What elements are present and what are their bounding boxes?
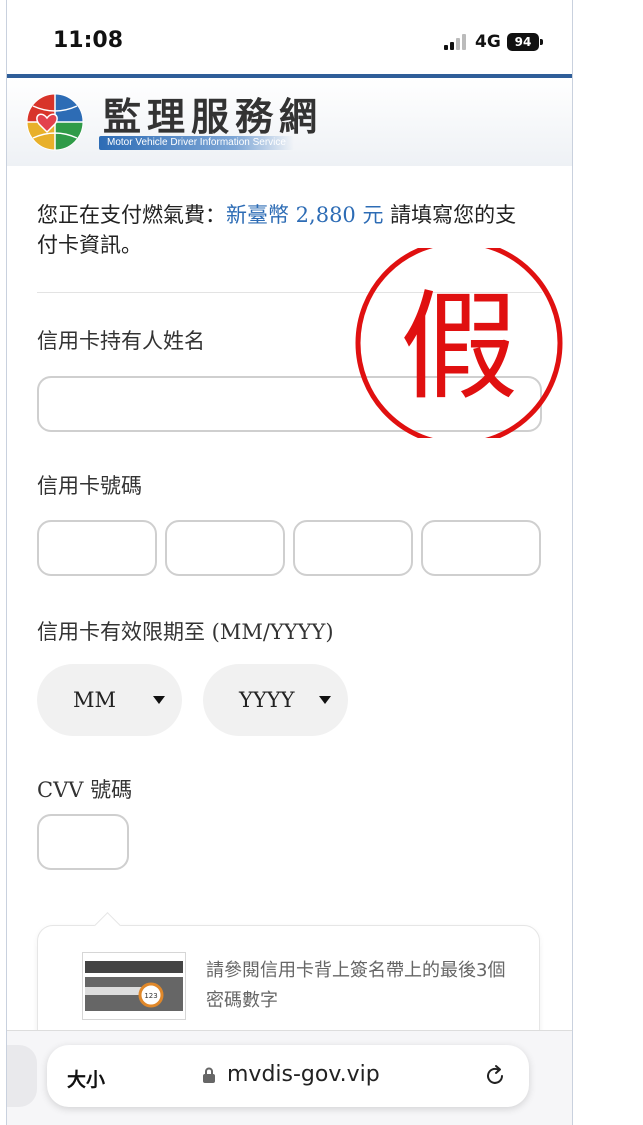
fake-stamp-icon: 假 bbox=[355, 248, 563, 438]
expiry-year-select[interactable]: YYYY bbox=[203, 664, 348, 736]
hint-pointer bbox=[94, 912, 121, 939]
card-back-illustration: 123 bbox=[82, 952, 186, 1020]
address-bar[interactable]: 大小 mvdis-gov.vip bbox=[47, 1045, 529, 1107]
lock-icon bbox=[203, 1067, 215, 1083]
payment-amount: 新臺幣 2,880 元 bbox=[226, 203, 384, 227]
status-time: 11:08 bbox=[53, 28, 124, 53]
intro-prefix: 您正在支付燃氣費： bbox=[37, 203, 226, 227]
site-header: 監理服務網 Motor Vehicle Driver Information S… bbox=[7, 74, 572, 166]
text-size-button[interactable]: 大小 bbox=[67, 1065, 105, 1092]
status-bar: 11:08 4G 94 bbox=[7, 0, 572, 74]
cvv-label: CVV 號碼 bbox=[37, 778, 133, 802]
url-text[interactable]: mvdis-gov.vip bbox=[227, 1062, 380, 1087]
previous-tab-preview[interactable] bbox=[7, 1045, 37, 1107]
reload-icon[interactable] bbox=[483, 1064, 507, 1088]
phone-screen: 11:08 4G 94 監理服務網 Motor Vehicle Driver I… bbox=[6, 0, 573, 1125]
battery-tip bbox=[540, 39, 543, 45]
chevron-down-icon bbox=[319, 696, 331, 704]
cardholder-label: 信用卡持有人姓名 bbox=[37, 329, 205, 353]
battery-icon: 94 bbox=[507, 33, 539, 51]
card-number-input-3[interactable] bbox=[293, 520, 413, 576]
network-label: 4G bbox=[475, 32, 501, 52]
browser-toolbar: 大小 mvdis-gov.vip bbox=[7, 1030, 572, 1125]
card-number-input-1[interactable] bbox=[37, 520, 157, 576]
expiry-year-value: YYYY bbox=[239, 688, 295, 712]
globe-logo-icon[interactable] bbox=[25, 92, 85, 152]
card-number-input-2[interactable] bbox=[165, 520, 285, 576]
chevron-down-icon bbox=[153, 696, 165, 704]
card-number-input-4[interactable] bbox=[421, 520, 541, 576]
site-subtitle: Motor Vehicle Driver Information Service bbox=[99, 136, 294, 150]
expiry-month-value: MM bbox=[73, 688, 117, 712]
expiry-label: 信用卡有效限期至 (MM/YYYY) bbox=[37, 620, 334, 644]
signal-icon bbox=[444, 34, 470, 50]
expiry-month-select[interactable]: MM bbox=[37, 664, 182, 736]
card-number-label: 信用卡號碼 bbox=[37, 474, 142, 498]
cvv-hint-text: 請參閱信用卡背上簽名帶上的最後3個密碼數字 bbox=[206, 960, 506, 1011]
cvv-sample-code: 123 bbox=[144, 992, 157, 1000]
site-title: 監理服務網 bbox=[103, 94, 324, 139]
cvv-input[interactable] bbox=[37, 814, 129, 870]
stamp-text: 假 bbox=[400, 278, 518, 416]
